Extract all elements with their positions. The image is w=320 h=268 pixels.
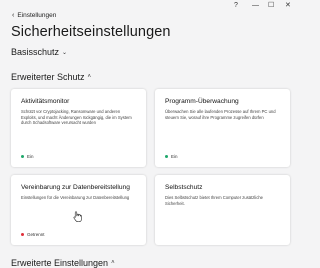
- status-label: Ein: [27, 154, 34, 159]
- chevron-left-icon: ‹: [12, 12, 15, 19]
- maximize-button[interactable]: ☐: [268, 1, 274, 11]
- card-title: Programm-Überwachung: [165, 98, 239, 105]
- card-data-provision-agreement[interactable]: Vereinbarung zur Datenbereitstellung Ein…: [11, 175, 146, 245]
- card-activity-monitor[interactable]: Aktivitätsmonitor Schützt vor Cryptojack…: [11, 89, 146, 167]
- help-icon[interactable]: ?: [234, 1, 238, 11]
- minimize-button[interactable]: —: [252, 1, 259, 11]
- back-link[interactable]: ‹ Einstellungen: [12, 12, 56, 19]
- back-label: Einstellungen: [17, 12, 57, 19]
- card-description: Schützt vor Cryptojacking, Ransomware un…: [21, 109, 132, 126]
- status-label: Getrennt: [27, 232, 45, 237]
- status-badge: Getrennt: [21, 232, 45, 237]
- status-dot-icon: [21, 155, 24, 158]
- card-title: Aktivitätsmonitor: [21, 98, 70, 105]
- section-basic[interactable]: Basisschutz ⌄: [11, 47, 67, 57]
- card-description: Dies Selbstschutz bietet Ihrem Computer …: [165, 195, 263, 206]
- card-title: Selbstschutz: [165, 184, 203, 191]
- section-basic-label: Basisschutz: [11, 47, 60, 57]
- chevron-down-icon: ⌄: [62, 49, 68, 56]
- status-badge: Ein: [165, 154, 178, 159]
- chevron-up-icon: ˄: [111, 260, 115, 266]
- status-dot-icon: [165, 155, 168, 158]
- card-description: Einstellungen für die Vereinbarung zur D…: [21, 195, 130, 200]
- status-label: Ein: [171, 154, 178, 159]
- section-advanced[interactable]: Erweiterter Schutz ˄: [11, 72, 91, 82]
- status-dot-icon: [21, 233, 24, 236]
- chevron-up-icon: ˄: [87, 74, 92, 80]
- window-titlebar: ? — ☐ ✕: [0, 0, 300, 12]
- section-settings[interactable]: Erweiterte Einstellungen ˄: [11, 258, 115, 268]
- card-self-protection[interactable]: Selbstschutz Dies Selbstschutz bietet Ih…: [155, 175, 290, 245]
- section-advanced-label: Erweiterter Schutz: [11, 72, 85, 82]
- section-settings-label: Erweiterte Einstellungen: [11, 258, 109, 268]
- card-description: Überwachen Sie alle laufenden Prozesse a…: [165, 109, 276, 120]
- page-title: Sicherheitseinstellungen: [11, 24, 171, 40]
- hand-cursor-icon: [73, 211, 82, 222]
- status-badge: Ein: [21, 154, 34, 159]
- card-title: Vereinbarung zur Datenbereitstellung: [21, 184, 130, 191]
- close-button[interactable]: ✕: [285, 1, 291, 11]
- card-program-monitoring[interactable]: Programm-Überwachung Überwachen Sie alle…: [155, 89, 290, 167]
